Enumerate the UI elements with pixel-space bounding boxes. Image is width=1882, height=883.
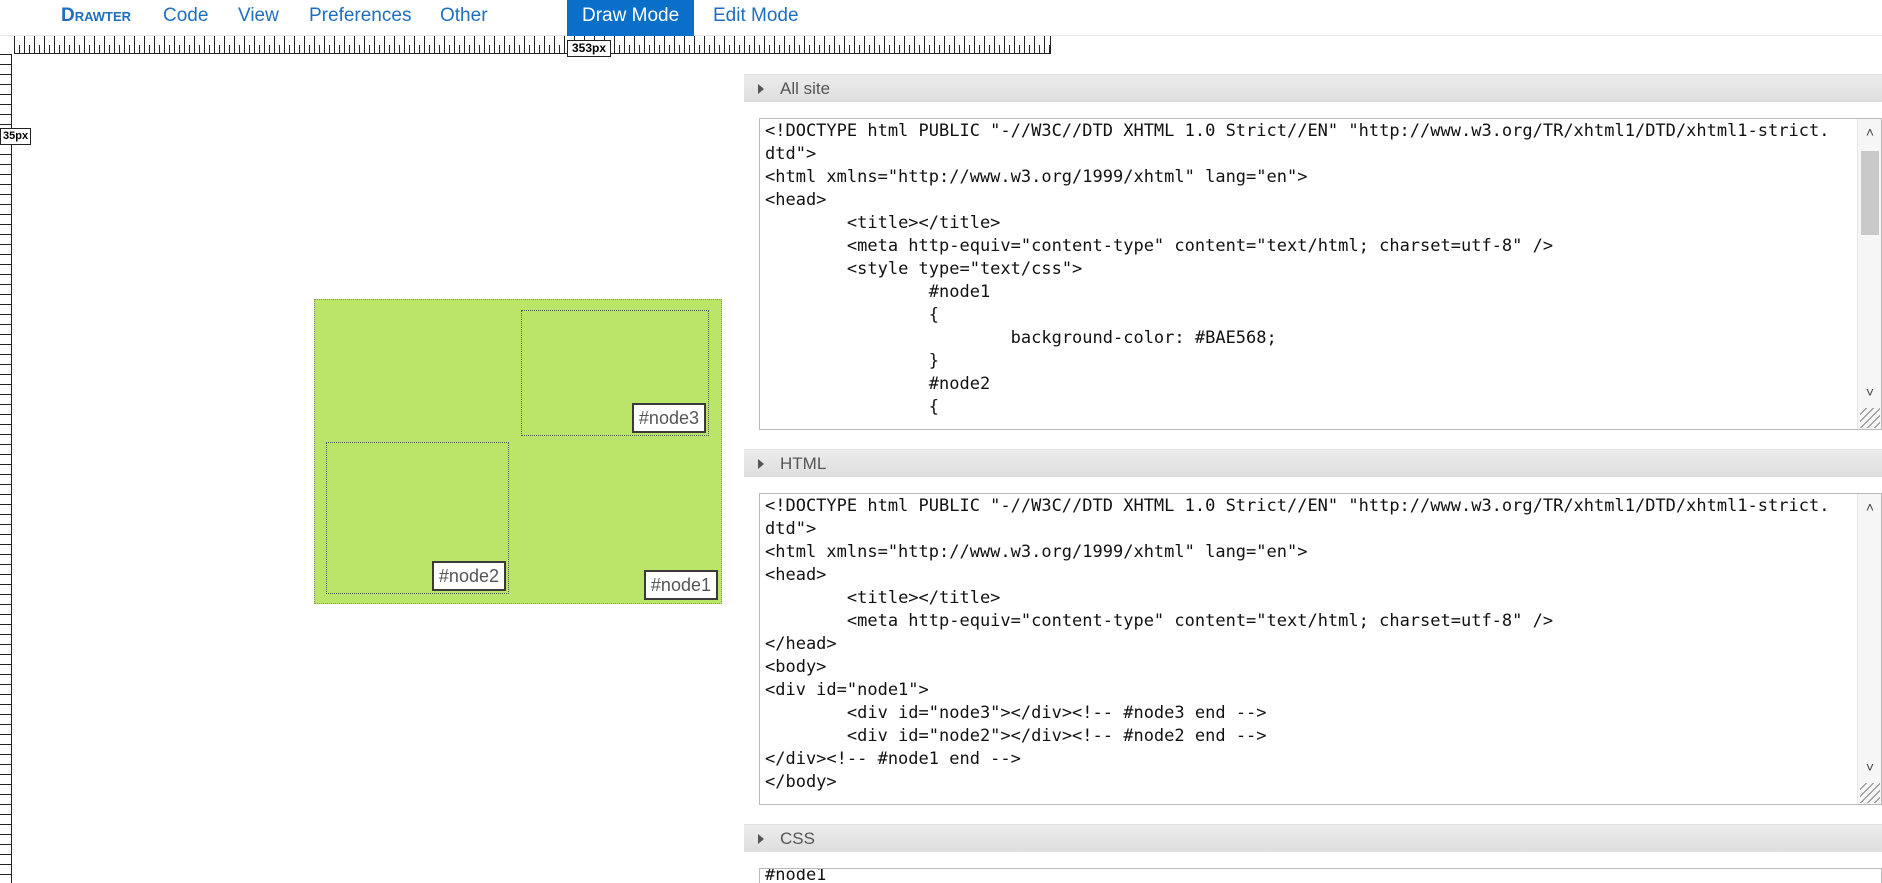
- menu-code[interactable]: Code: [163, 0, 208, 32]
- collapse-triangle-icon: [758, 834, 764, 844]
- resize-grip-icon[interactable]: [1860, 783, 1880, 803]
- top-menu-bar: Drawter Code View Preferences Other Draw…: [0, 0, 1882, 36]
- vertical-ruler[interactable]: [0, 54, 12, 883]
- node1-label: #node1: [643, 570, 718, 600]
- panel-html-title: HTML: [780, 454, 827, 473]
- html-code-textarea[interactable]: <!DOCTYPE html PUBLIC "-//W3C//DTD XHTML…: [759, 493, 1882, 805]
- draw-mode-button[interactable]: Draw Mode: [567, 0, 695, 36]
- all-site-scrollbar[interactable]: ˄ ˅: [1857, 119, 1881, 429]
- scrollbar-thumb[interactable]: [1861, 151, 1879, 235]
- css-code-textarea[interactable]: #node1: [759, 868, 1882, 883]
- collapse-triangle-icon: [758, 84, 764, 94]
- horizontal-ruler[interactable]: [14, 36, 1051, 54]
- scroll-down-icon[interactable]: ˅: [1863, 760, 1877, 774]
- collapse-triangle-icon: [758, 459, 764, 469]
- scroll-down-icon[interactable]: ˅: [1863, 385, 1877, 399]
- panel-all-site-title: All site: [780, 79, 831, 98]
- html-scrollbar[interactable]: ˄ ˅: [1857, 494, 1881, 804]
- node1-box[interactable]: #node3 #node2 #node1: [314, 299, 722, 604]
- node3-label: #node3: [631, 403, 706, 433]
- scroll-up-icon[interactable]: ˄: [1863, 500, 1877, 514]
- panel-css-header[interactable]: CSS: [744, 824, 1882, 852]
- node2-label: #node2: [431, 561, 506, 591]
- resize-grip-icon[interactable]: [1860, 408, 1880, 428]
- panel-html-header[interactable]: HTML: [744, 449, 1882, 477]
- vertical-ruler-readout: 35px: [0, 128, 32, 145]
- css-code: #node1: [765, 868, 827, 883]
- all-site-code-textarea[interactable]: <!DOCTYPE html PUBLIC "-//W3C//DTD XHTML…: [759, 118, 1882, 430]
- node2-box[interactable]: #node2: [326, 442, 509, 594]
- panel-css-title: CSS: [780, 829, 815, 848]
- node3-box[interactable]: #node3: [521, 310, 709, 436]
- horizontal-ruler-readout: 353px: [567, 40, 612, 57]
- panel-all-site-header[interactable]: All site: [744, 74, 1882, 102]
- scroll-up-icon[interactable]: ˄: [1863, 125, 1877, 139]
- menu-other[interactable]: Other: [440, 0, 488, 32]
- all-site-code: <!DOCTYPE html PUBLIC "-//W3C//DTD XHTML…: [765, 121, 1830, 417]
- edit-mode-button[interactable]: Edit Mode: [713, 0, 799, 32]
- html-code: <!DOCTYPE html PUBLIC "-//W3C//DTD XHTML…: [765, 496, 1830, 792]
- menu-preferences[interactable]: Preferences: [309, 0, 411, 32]
- brand-logo[interactable]: Drawter: [61, 0, 131, 32]
- menu-view[interactable]: View: [238, 0, 279, 32]
